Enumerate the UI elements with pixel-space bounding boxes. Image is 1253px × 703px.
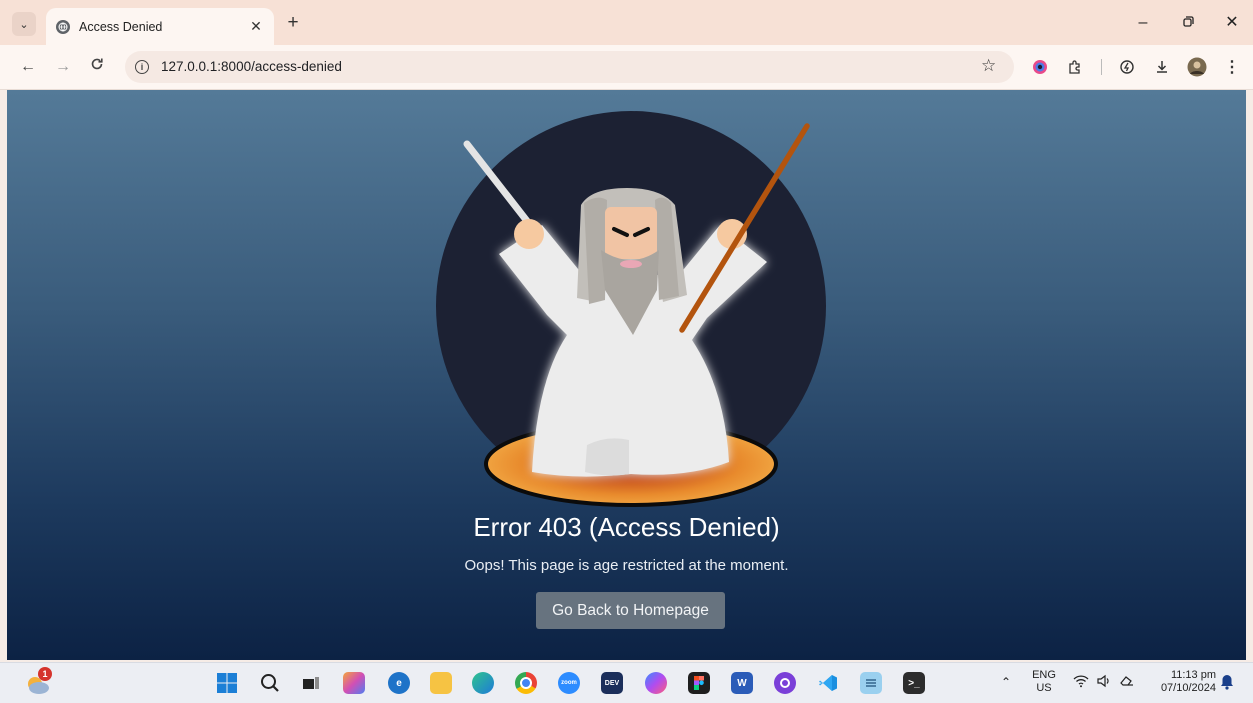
edge-beta-icon[interactable]: e [388, 672, 410, 694]
clock[interactable]: 11:13 pm 07/10/2024 [1146, 669, 1216, 695]
word-icon[interactable]: W [731, 672, 753, 694]
close-tab-icon[interactable]: ✕ [246, 18, 266, 35]
toolbar-divider [1101, 59, 1102, 75]
error-heading: Error 403 (Access Denied) [473, 512, 780, 542]
left-hand [514, 219, 544, 249]
url-text[interactable]: 127.0.0.1:8000/access-denied [161, 59, 342, 74]
new-tab-button[interactable]: + [283, 12, 303, 34]
extensions-puzzle-icon[interactable] [1065, 57, 1085, 77]
file-explorer-icon[interactable] [430, 672, 452, 694]
language-indicator[interactable]: ENG US [1030, 669, 1058, 695]
clock-date: 07/10/2024 [1160, 682, 1216, 694]
color-picker-extension-icon[interactable] [1030, 57, 1050, 77]
address-bar[interactable]: i 127.0.0.1:8000/access-denied ☆ [125, 51, 1014, 83]
search-icon[interactable] [259, 672, 281, 694]
windows-start-icon[interactable] [216, 672, 238, 694]
task-view-icon[interactable] [300, 672, 322, 694]
notification-badge: 1 [38, 667, 52, 681]
github-desktop-icon[interactable] [774, 672, 796, 694]
figma-icon[interactable] [688, 672, 710, 694]
edge-icon[interactable] [472, 672, 494, 694]
wizard-face [605, 207, 657, 259]
chevron-down-icon: ⌄ [19, 18, 29, 31]
globe-icon [56, 19, 70, 34]
tab-strip: ⌄ Access Denied ✕ + – ✕ [0, 0, 1253, 45]
profile-avatar[interactable] [1187, 57, 1207, 77]
forward-button[interactable]: → [52, 56, 74, 78]
restore-button[interactable] [1173, 12, 1203, 34]
notification-bell-icon[interactable] [1220, 674, 1234, 694]
weather-widget[interactable]: 1 [26, 667, 52, 696]
tab-title: Access Denied [79, 19, 163, 34]
chrome-icon[interactable] [515, 672, 537, 694]
wizard-illustration [436, 111, 826, 507]
error-message: Oops! This page is age restricted at the… [464, 557, 789, 574]
active-tab[interactable]: Access Denied ✕ [46, 8, 274, 45]
messenger-icon[interactable] [645, 672, 667, 694]
browser-menu-icon[interactable]: ⋮ [1222, 57, 1242, 77]
performance-icon[interactable] [1117, 57, 1137, 77]
go-back-home-button[interactable]: Go Back to Homepage [536, 592, 725, 629]
battery-charging-icon[interactable] [1119, 674, 1135, 692]
page-content: Error 403 (Access Denied) Oops! This pag… [7, 90, 1246, 660]
minimize-button[interactable]: – [1128, 12, 1158, 34]
tab-search-button[interactable]: ⌄ [12, 12, 36, 36]
zoom-icon[interactable]: zoom [558, 672, 580, 694]
back-button[interactable]: ← [17, 56, 39, 78]
show-hidden-icons-chevron[interactable]: ⌃ [1001, 676, 1011, 689]
reload-button[interactable] [86, 56, 108, 78]
region-label: US [1036, 682, 1052, 694]
site-info-icon[interactable]: i [135, 60, 149, 74]
copilot-icon[interactable] [343, 672, 365, 694]
windows-taskbar: 1 e zoom DEV W >_ ⌃ ENG US 11:13 pm 07/1… [0, 662, 1253, 703]
clock-time: 11:13 pm [1170, 669, 1216, 681]
terminal-icon[interactable]: >_ [903, 672, 925, 694]
volume-icon[interactable] [1096, 674, 1112, 692]
bookmark-star-icon[interactable]: ☆ [981, 56, 996, 76]
dev-home-icon[interactable]: DEV [601, 672, 623, 694]
language-label: ENG [1032, 669, 1056, 681]
wifi-icon[interactable] [1073, 674, 1089, 690]
download-icon[interactable] [1152, 57, 1172, 77]
close-window-button[interactable]: ✕ [1217, 12, 1247, 34]
notepad-icon[interactable] [860, 672, 882, 694]
browser-toolbar: ← → i 127.0.0.1:8000/access-denied ☆ ⋮ [0, 45, 1253, 90]
vscode-icon[interactable] [817, 672, 839, 694]
wizard-mouth [620, 260, 642, 268]
